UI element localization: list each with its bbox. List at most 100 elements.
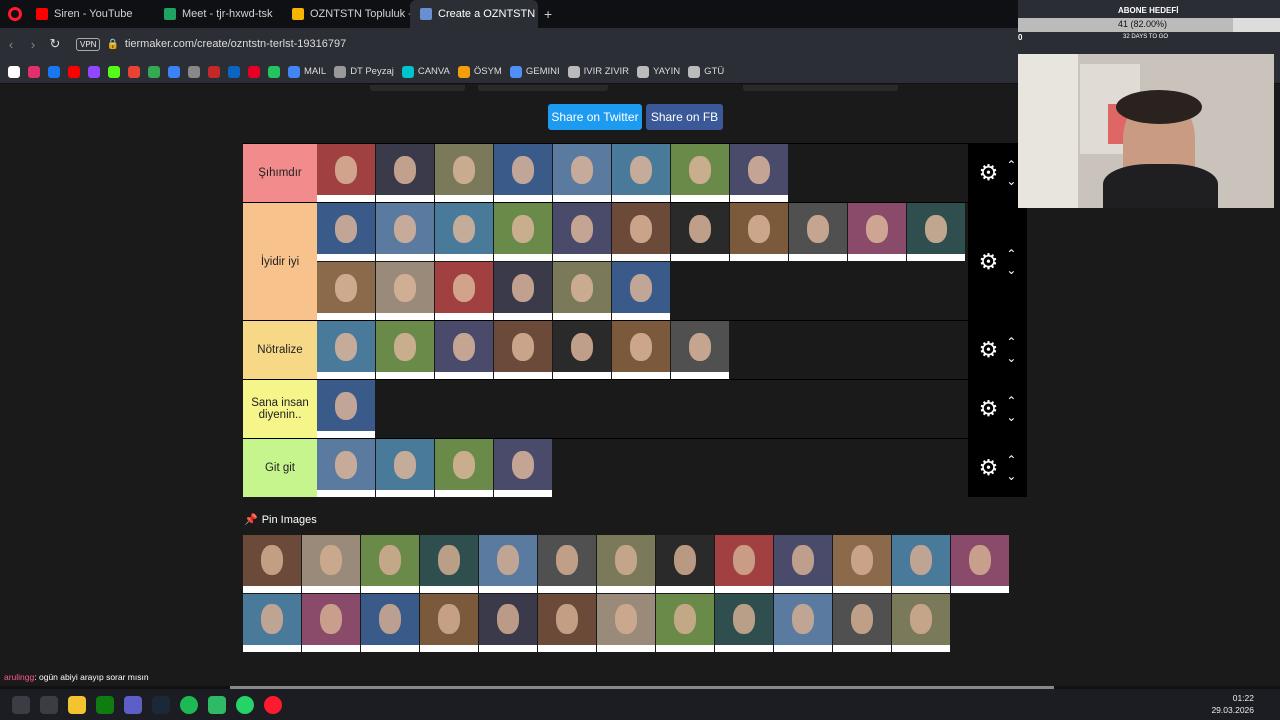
gear-icon[interactable]: ⚙ [979,160,999,186]
tab-youtube[interactable]: Siren - YouTube [26,0,154,28]
tier-thumbnail[interactable] [848,203,906,261]
tab-topluluk[interactable]: OZNTSTN Topluluk - Tier l [282,0,410,28]
pool-thumbnail[interactable] [243,594,301,652]
tier-label[interactable]: Şıhımdır [243,144,317,202]
folder-icon[interactable] [68,695,86,714]
tier-thumbnail[interactable] [376,203,434,261]
tier-thumbnail[interactable] [435,321,493,379]
pool-thumbnail[interactable] [597,594,655,652]
new-tab-button[interactable]: + [544,6,552,22]
tier-label[interactable]: İyidir iyi [243,203,317,320]
bookmark-item[interactable] [168,65,180,78]
tier-thumbnail[interactable] [671,144,729,202]
share-fb-button[interactable]: Share on FB [646,104,723,130]
bookmark-item[interactable] [148,65,160,78]
tier-thumbnail[interactable] [907,203,965,261]
xbox-icon[interactable] [96,695,114,714]
gear-icon[interactable]: ⚙ [979,396,999,422]
pool-thumbnail[interactable] [774,594,832,652]
pool-thumbnail[interactable] [833,594,891,652]
search-icon[interactable] [40,695,58,714]
bookmark-item[interactable]: ÖSYM [457,65,502,78]
reload-icon[interactable]: ↻ [44,36,66,52]
tier-thumbnail[interactable] [553,203,611,261]
chevron-down-icon[interactable]: ⌄ [1006,175,1016,187]
pool-thumbnail[interactable] [715,535,773,593]
bookmark-item[interactable]: DT Peyzaj [334,65,394,78]
tier-label[interactable]: Sana insan diyenin.. [243,380,317,438]
pool-thumbnail[interactable] [243,535,301,593]
bookmark-item[interactable] [8,65,20,78]
tier-thumbnail[interactable] [317,321,375,379]
bookmark-item[interactable] [228,65,240,78]
bookmark-item[interactable] [128,65,140,78]
vpn-badge[interactable]: VPN [76,37,101,51]
share-twitter-button[interactable]: Share on Twitter [548,104,642,130]
tier-thumbnail[interactable] [435,203,493,261]
pool-thumbnail[interactable] [361,535,419,593]
tier-thumbnail[interactable] [317,380,375,438]
bookmark-item[interactable] [48,65,60,78]
bookmark-item[interactable] [188,65,200,78]
tier-thumbnail[interactable] [435,262,493,320]
bookmark-item[interactable]: CANVA [401,65,450,78]
bookmark-item[interactable] [88,65,100,78]
pool-thumbnail[interactable] [656,594,714,652]
tier-thumbnail[interactable] [553,262,611,320]
chevron-up-icon[interactable]: ⌃ [1006,159,1016,171]
tier-thumbnail[interactable] [376,144,434,202]
tier-thumbnail[interactable] [612,144,670,202]
pool-thumbnail[interactable] [538,594,596,652]
tier-thumbnail[interactable] [671,203,729,261]
chevron-down-icon[interactable]: ⌄ [1006,352,1016,364]
tier-thumbnail[interactable] [494,203,552,261]
pool-thumbnail[interactable] [479,535,537,593]
pool-thumbnail[interactable] [302,594,360,652]
tab-meet[interactable]: Meet - tjr-hxwd-tsk [154,0,282,28]
tier-thumbnail[interactable] [494,439,552,497]
opera-logo-icon[interactable] [8,7,22,21]
tier-thumbnail[interactable] [730,144,788,202]
pool-thumbnail[interactable] [715,594,773,652]
tier-thumbnail[interactable] [730,203,788,261]
tab-create[interactable]: Create a OZNTSTN TIERLI [410,0,538,28]
tier-label[interactable]: Git git [243,439,317,497]
gear-icon[interactable]: ⚙ [979,337,999,363]
tier-thumbnail[interactable] [376,439,434,497]
bookmark-item[interactable] [28,65,40,78]
tier-thumbnail[interactable] [494,144,552,202]
bookmark-item[interactable]: MAIL [288,65,326,78]
tier-thumbnail[interactable] [317,439,375,497]
tier-thumbnail[interactable] [317,144,375,202]
bookmark-item[interactable]: GEMINI [509,65,560,78]
bookmark-item[interactable] [208,65,220,78]
tier-thumbnail[interactable] [376,262,434,320]
pool-thumbnail[interactable] [892,535,950,593]
chevron-up-icon[interactable]: ⌃ [1006,395,1016,407]
tier-thumbnail[interactable] [612,203,670,261]
chevron-down-icon[interactable]: ⌄ [1006,264,1016,276]
bookmark-item[interactable]: IVIR ZIVIR [567,65,629,78]
pool-thumbnail[interactable] [774,535,832,593]
bookmark-item[interactable] [68,65,80,78]
tier-thumbnail[interactable] [317,262,375,320]
tier-thumbnail[interactable] [612,321,670,379]
tier-thumbnail[interactable] [435,439,493,497]
pool-thumbnail[interactable] [361,594,419,652]
start-icon[interactable] [12,695,30,714]
opera-icon[interactable] [264,695,282,714]
teams-icon[interactable] [124,695,142,714]
bookmark-item[interactable]: GTÜ [688,65,724,78]
whatsapp-icon[interactable] [236,695,254,714]
back-icon[interactable]: ‹ [0,37,22,52]
chevron-up-icon[interactable]: ⌃ [1006,336,1016,348]
gear-icon[interactable]: ⚙ [979,249,999,275]
pool-thumbnail[interactable] [892,594,950,652]
bookmark-item[interactable] [248,65,260,78]
tier-thumbnail[interactable] [494,321,552,379]
pool-thumbnail[interactable] [420,594,478,652]
pool-thumbnail[interactable] [538,535,596,593]
pool-thumbnail[interactable] [833,535,891,593]
bookmark-item[interactable] [268,65,280,78]
tier-thumbnail[interactable] [553,321,611,379]
